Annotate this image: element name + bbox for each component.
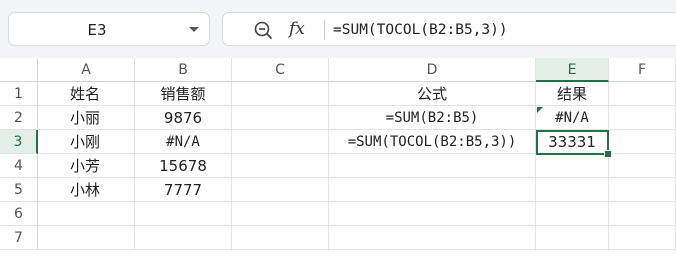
column-header-c[interactable]: C bbox=[232, 58, 329, 82]
cell-c1[interactable] bbox=[232, 82, 329, 106]
cell-c3[interactable] bbox=[232, 130, 329, 154]
cell-d2[interactable]: =SUM(B2:B5) bbox=[329, 106, 536, 130]
cell-a5[interactable]: 小林 bbox=[38, 178, 135, 202]
row-header-1[interactable]: 1 bbox=[0, 82, 38, 106]
fill-handle[interactable] bbox=[604, 150, 612, 158]
cell-e6[interactable] bbox=[536, 202, 609, 226]
formula-input[interactable]: fx =SUM(TOCOL(B2:B5,3)) bbox=[222, 12, 676, 46]
column-header-d[interactable]: D bbox=[329, 58, 536, 82]
name-box[interactable]: E3 bbox=[8, 12, 210, 46]
cell-f6[interactable] bbox=[609, 202, 676, 226]
cell-a6[interactable] bbox=[38, 202, 135, 226]
cell-e1[interactable]: 结果 bbox=[536, 82, 609, 106]
row-header-5[interactable]: 5 bbox=[0, 178, 38, 202]
cell-e4[interactable] bbox=[536, 154, 609, 178]
column-header-e[interactable]: E bbox=[536, 58, 609, 82]
cell-a4[interactable]: 小芳 bbox=[38, 154, 135, 178]
cell-d6[interactable] bbox=[329, 202, 536, 226]
cell-d7[interactable] bbox=[329, 226, 536, 250]
row-header-3[interactable]: 3 bbox=[0, 130, 38, 154]
chevron-down-icon[interactable] bbox=[189, 27, 199, 32]
row-header-4[interactable]: 4 bbox=[0, 154, 38, 178]
cell-d4[interactable] bbox=[329, 154, 536, 178]
cell-d3[interactable]: =SUM(TOCOL(B2:B5,3)) bbox=[329, 130, 536, 154]
cell-a2[interactable]: 小丽 bbox=[38, 106, 135, 130]
cell-f3[interactable] bbox=[609, 130, 676, 154]
zoom-out-icon[interactable] bbox=[253, 20, 273, 40]
cell-c7[interactable] bbox=[232, 226, 329, 250]
cell-e5[interactable] bbox=[536, 178, 609, 202]
cell-c6[interactable] bbox=[232, 202, 329, 226]
cell-a7[interactable] bbox=[38, 226, 135, 250]
error-indicator-icon[interactable] bbox=[537, 107, 543, 113]
cell-e3[interactable]: 33331 bbox=[536, 130, 609, 154]
row-header-6[interactable]: 6 bbox=[0, 202, 38, 226]
cell-d5[interactable] bbox=[329, 178, 536, 202]
cell-d1[interactable]: 公式 bbox=[329, 82, 536, 106]
cell-c4[interactable] bbox=[232, 154, 329, 178]
cell-c2[interactable] bbox=[232, 106, 329, 130]
column-header-a[interactable]: A bbox=[38, 58, 135, 82]
formula-separator bbox=[324, 20, 325, 40]
fx-icon[interactable]: fx bbox=[289, 17, 305, 41]
cell-c5[interactable] bbox=[232, 178, 329, 202]
cell-e2[interactable]: #N/A bbox=[536, 106, 609, 130]
cell-a1[interactable]: 姓名 bbox=[38, 82, 135, 106]
formula-text[interactable]: =SUM(TOCOL(B2:B5,3)) bbox=[333, 13, 508, 47]
cell-f5[interactable] bbox=[609, 178, 676, 202]
cell-b7[interactable] bbox=[135, 226, 232, 250]
row-header-7[interactable]: 7 bbox=[0, 226, 38, 250]
cell-e7[interactable] bbox=[536, 226, 609, 250]
cell-b3[interactable]: #N/A bbox=[135, 130, 232, 154]
column-header-b[interactable]: B bbox=[135, 58, 232, 82]
cell-b1[interactable]: 销售额 bbox=[135, 82, 232, 106]
cell-b4[interactable]: 15678 bbox=[135, 154, 232, 178]
column-header-f[interactable]: F bbox=[609, 58, 676, 82]
cell-b2[interactable]: 9876 bbox=[135, 106, 232, 130]
formula-toolbar: E3 fx =SUM(TOCOL(B2:B5,3)) bbox=[0, 0, 676, 60]
cell-f2[interactable] bbox=[609, 106, 676, 130]
cell-f1[interactable] bbox=[609, 82, 676, 106]
name-box-value: E3 bbox=[87, 21, 107, 39]
cell-b6[interactable] bbox=[135, 202, 232, 226]
cell-f7[interactable] bbox=[609, 226, 676, 250]
cell-f4[interactable] bbox=[609, 154, 676, 178]
row-header-2[interactable]: 2 bbox=[0, 106, 38, 130]
cell-a3[interactable]: 小刚 bbox=[38, 130, 135, 154]
cell-b5[interactable]: 7777 bbox=[135, 178, 232, 202]
select-all-corner[interactable] bbox=[0, 58, 38, 82]
